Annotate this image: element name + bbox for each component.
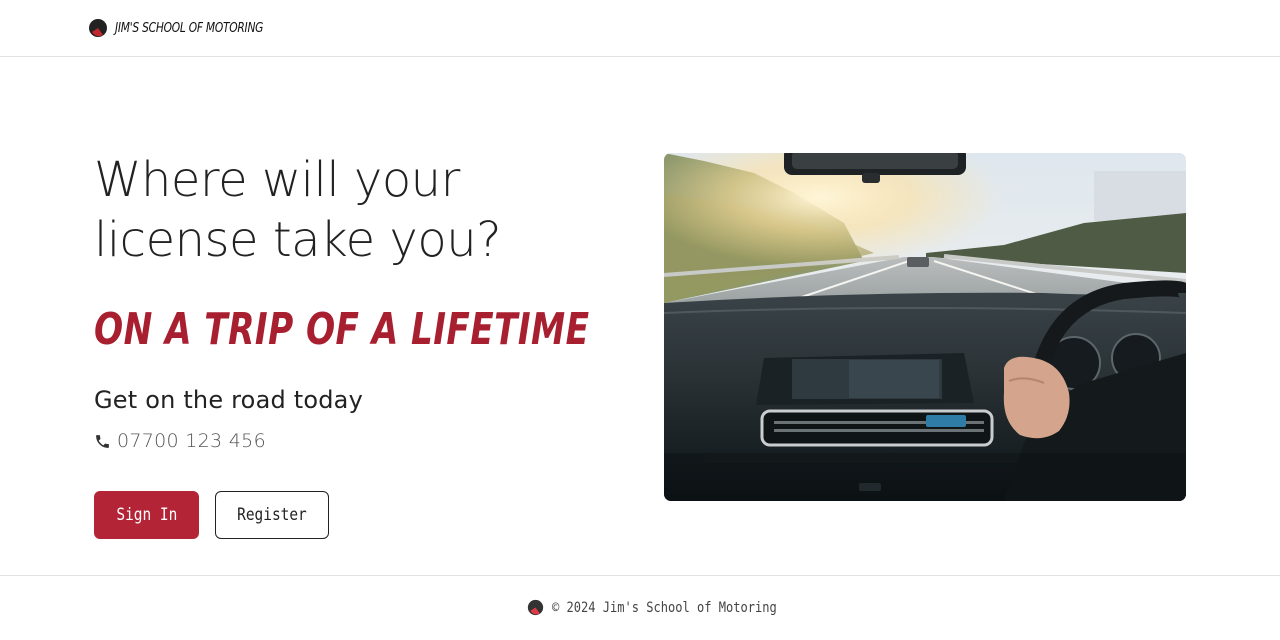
register-button[interactable]: Register	[215, 491, 329, 539]
logo-icon	[89, 19, 107, 37]
sign-in-button[interactable]: Sign In	[94, 491, 199, 539]
footer: © 2024 Jim's School of Motoring	[0, 575, 1280, 640]
hero-subtitle: Get on the road today	[94, 386, 363, 414]
navbar: JIM'S SCHOOL OF MOTORING	[0, 0, 1280, 57]
hero-tagline: ON A TRIP OF A LIFETIME	[94, 304, 590, 355]
sign-in-label: Sign In	[116, 505, 177, 525]
brand-link[interactable]: JIM'S SCHOOL OF MOTORING	[88, 17, 296, 39]
car-dashboard-illustration	[664, 153, 1186, 501]
hero-title: Where will your license take you?	[94, 150, 614, 270]
phone-icon	[96, 434, 109, 448]
hero-car-image	[664, 153, 1186, 501]
phone-contact[interactable]: 07700 123 456	[94, 430, 266, 452]
hero-title-line2: license take you?	[94, 212, 502, 268]
footer-logo-icon	[527, 599, 544, 616]
hero-title-line1: Where will your	[94, 152, 460, 208]
phone-number: 07700 123 456	[117, 430, 266, 452]
footer-copyright: © 2024 Jim's School of Motoring	[552, 599, 777, 616]
register-label: Register	[237, 505, 307, 525]
footer-content: © 2024 Jim's School of Motoring	[527, 599, 813, 616]
brand-name: JIM'S SCHOOL OF MOTORING	[115, 20, 264, 36]
